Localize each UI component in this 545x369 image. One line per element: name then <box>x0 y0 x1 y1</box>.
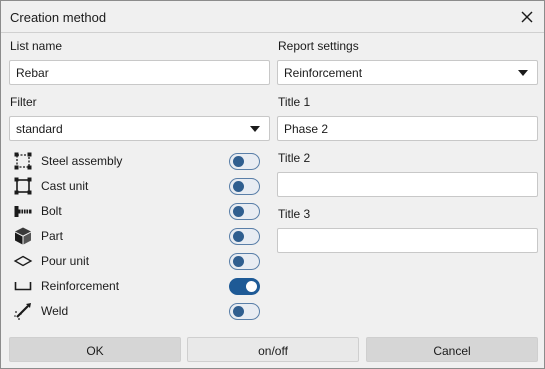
filter-label-cast-unit: Cast unit <box>41 179 89 193</box>
filter-row-weld: Weld <box>13 301 263 321</box>
bolt-icon <box>13 201 33 221</box>
filter-label-steel-assembly: Steel assembly <box>41 154 123 168</box>
part-icon <box>13 226 33 246</box>
report-settings-label: Report settings <box>278 39 359 53</box>
filter-row-bolt: Bolt <box>13 201 263 221</box>
cast-unit-toggle[interactable] <box>229 178 260 195</box>
filter-label-reinforcement: Reinforcement <box>41 279 120 293</box>
title3-label: Title 3 <box>278 207 311 221</box>
part-toggle[interactable] <box>229 228 260 245</box>
pour-unit-icon <box>13 251 33 271</box>
filter-row-steel-assembly: Steel assembly <box>13 151 263 171</box>
title2-label: Title 2 <box>278 151 311 165</box>
filter-label: Filter <box>10 95 37 109</box>
title2-input[interactable] <box>277 172 538 197</box>
weld-toggle[interactable] <box>229 303 260 320</box>
filter-row-reinforcement: Reinforcement <box>13 276 263 296</box>
filter-label-weld: Weld <box>41 304 69 318</box>
filter-label-bolt: Bolt <box>41 204 62 218</box>
close-icon[interactable] <box>516 6 538 28</box>
creation-method-dialog: Creation method List name Rebar Filter s… <box>0 0 545 369</box>
title3-input[interactable] <box>277 228 538 253</box>
filter-label-pour-unit: Pour unit <box>41 254 90 268</box>
reinforcement-toggle[interactable] <box>229 278 260 295</box>
filter-row-part: Part <box>13 226 263 246</box>
cast-unit-icon <box>13 176 33 196</box>
list-name-label: List name <box>10 39 63 53</box>
filter-select-value: standard <box>16 122 63 136</box>
filter-row-cast-unit: Cast unit <box>13 176 263 196</box>
dialog-title: Creation method <box>10 10 107 25</box>
title1-label: Title 1 <box>278 95 311 109</box>
filter-label-part: Part <box>41 229 64 243</box>
report-settings-select[interactable]: Reinforcement <box>277 60 538 85</box>
list-name-input[interactable]: Rebar <box>9 60 270 85</box>
steel-assembly-toggle[interactable] <box>229 153 260 170</box>
on-off-button[interactable]: on/off <box>187 337 359 362</box>
title1-input[interactable]: Phase 2 <box>277 116 538 141</box>
filter-select[interactable]: standard <box>9 116 270 141</box>
weld-icon <box>13 301 33 321</box>
pour-unit-toggle[interactable] <box>229 253 260 270</box>
ok-button[interactable]: OK <box>9 337 181 362</box>
filter-row-pour-unit: Pour unit <box>13 251 263 271</box>
bolt-toggle[interactable] <box>229 203 260 220</box>
report-settings-value: Reinforcement <box>284 66 363 80</box>
title-bar: Creation method <box>1 1 544 33</box>
chevron-down-icon <box>518 70 528 76</box>
steel-assembly-icon <box>13 151 33 171</box>
reinforcement-icon <box>13 276 33 296</box>
cancel-button[interactable]: Cancel <box>366 337 538 362</box>
chevron-down-icon <box>250 126 260 132</box>
